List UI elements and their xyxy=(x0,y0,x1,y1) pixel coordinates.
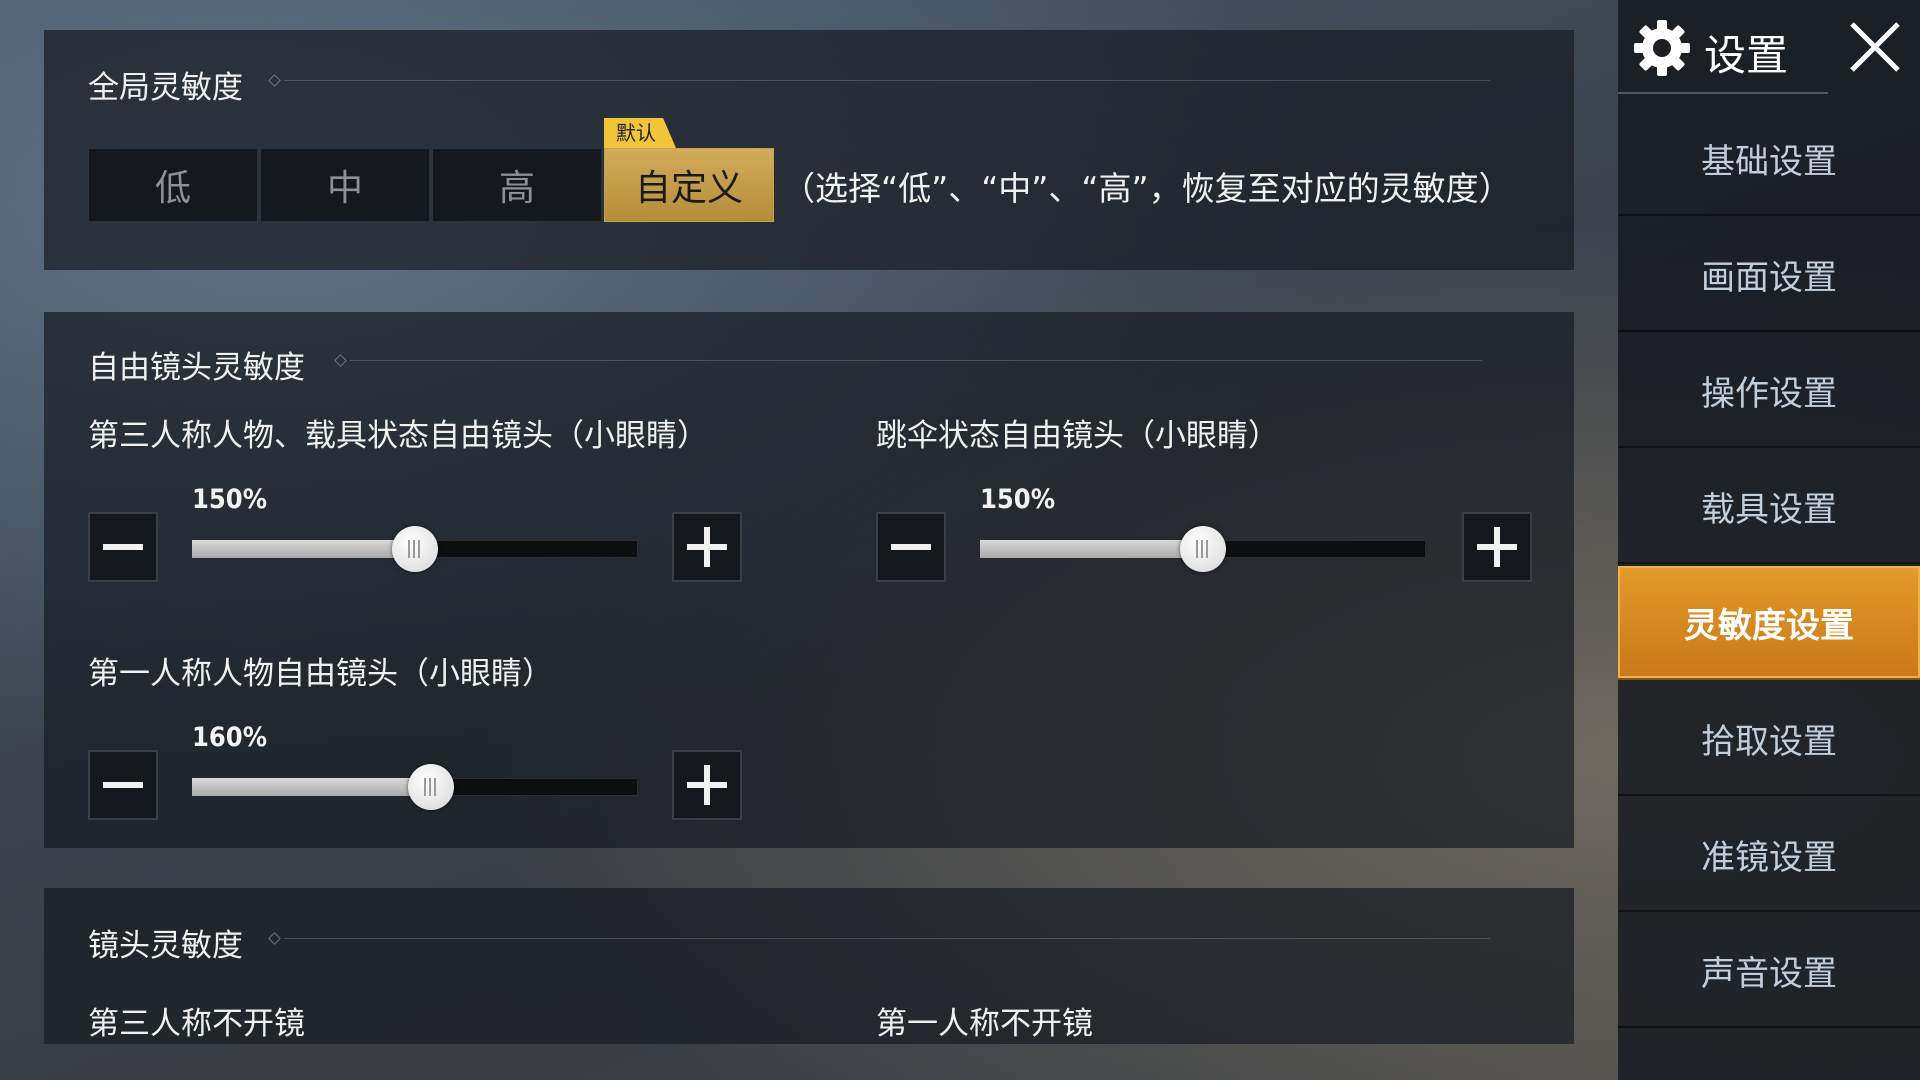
sidebar-item-pickup[interactable]: 拾取设置 xyxy=(1618,682,1920,796)
slider-fill xyxy=(192,778,431,796)
slider-thumb[interactable] xyxy=(392,526,438,572)
sidebar-header: 设置 xyxy=(1618,0,1920,96)
title-divider xyxy=(284,938,1490,939)
slider-value: 150% xyxy=(192,484,268,515)
settings-sidebar: 设置 基础设置 画面设置 操作设置 载具设置 灵敏度设置 拾取设置 准镜设置 声… xyxy=(1618,0,1920,1080)
header-divider xyxy=(1618,92,1828,94)
default-badge: 默认 xyxy=(604,118,676,148)
third-person-decrease-button[interactable] xyxy=(88,512,158,582)
first-person-decrease-button[interactable] xyxy=(88,750,158,820)
title-divider xyxy=(284,80,1490,81)
free-camera-panel: 自由镜头灵敏度 第三人称人物、载具状态自由镜头（小眼睛） 150% 跳伞状态自由… xyxy=(44,312,1574,848)
sidebar-item-audio[interactable]: 声音设置 xyxy=(1618,914,1920,1028)
parachute-decrease-button[interactable] xyxy=(876,512,946,582)
slider-fill xyxy=(192,540,415,558)
first-person-slider[interactable]: 160% xyxy=(192,722,638,810)
slider-thumb[interactable] xyxy=(407,764,454,810)
sidebar-item-sensitivity[interactable]: 灵敏度设置 xyxy=(1618,566,1920,680)
slider-thumb[interactable] xyxy=(1180,526,1226,572)
close-icon[interactable] xyxy=(1844,16,1906,78)
sensitivity-hint: （选择“低”、“中”、“高”，恢复至对应的灵敏度） xyxy=(782,169,1512,208)
minus-icon xyxy=(103,544,143,550)
sidebar-item-scope[interactable]: 准镜设置 xyxy=(1618,798,1920,912)
settings-title: 设置 xyxy=(1704,31,1789,80)
minus-icon xyxy=(103,782,143,788)
parachute-increase-button[interactable] xyxy=(1462,512,1532,582)
sensitivity-custom-button[interactable]: 自定义 xyxy=(604,148,774,222)
third-person-free-camera-label: 第三人称人物、载具状态自由镜头（小眼睛） xyxy=(88,418,708,454)
sidebar-item-basic[interactable]: 基础设置 xyxy=(1618,102,1920,216)
title-divider xyxy=(350,360,1482,361)
sensitivity-low-button[interactable]: 低 xyxy=(88,148,258,222)
free-camera-title: 自由镜头灵敏度 xyxy=(88,350,305,386)
minus-icon xyxy=(891,544,931,550)
sidebar-item-vehicle[interactable]: 载具设置 xyxy=(1618,450,1920,564)
sensitivity-medium-button[interactable]: 中 xyxy=(260,148,430,222)
third-person-no-scope-label: 第三人称不开镜 xyxy=(88,1006,305,1042)
global-sensitivity-panel: 全局灵敏度 低 中 高 自定义 默认 （选择“低”、“中”、“高”，恢复至对应的… xyxy=(44,30,1574,270)
third-person-increase-button[interactable] xyxy=(672,512,742,582)
sidebar-item-graphics[interactable]: 画面设置 xyxy=(1618,218,1920,332)
parachute-slider[interactable]: 150% xyxy=(980,484,1426,572)
first-person-increase-button[interactable] xyxy=(672,750,742,820)
first-person-no-scope-label: 第一人称不开镜 xyxy=(876,1006,1093,1042)
slider-value: 150% xyxy=(980,484,1056,515)
gear-icon xyxy=(1634,20,1690,76)
sensitivity-high-button[interactable]: 高 xyxy=(432,148,602,222)
camera-sensitivity-panel: 镜头灵敏度 第三人称不开镜 第一人称不开镜 xyxy=(44,888,1574,1044)
sidebar-item-controls[interactable]: 操作设置 xyxy=(1618,334,1920,448)
third-person-slider[interactable]: 150% xyxy=(192,484,638,572)
first-person-free-camera-label: 第一人称人物自由镜头（小眼睛） xyxy=(88,656,553,692)
parachute-free-camera-label: 跳伞状态自由镜头（小眼睛） xyxy=(876,418,1279,454)
global-sensitivity-title: 全局灵敏度 xyxy=(88,70,243,106)
camera-sensitivity-title: 镜头灵敏度 xyxy=(88,928,243,964)
slider-fill xyxy=(980,540,1203,558)
slider-value: 160% xyxy=(192,722,268,753)
